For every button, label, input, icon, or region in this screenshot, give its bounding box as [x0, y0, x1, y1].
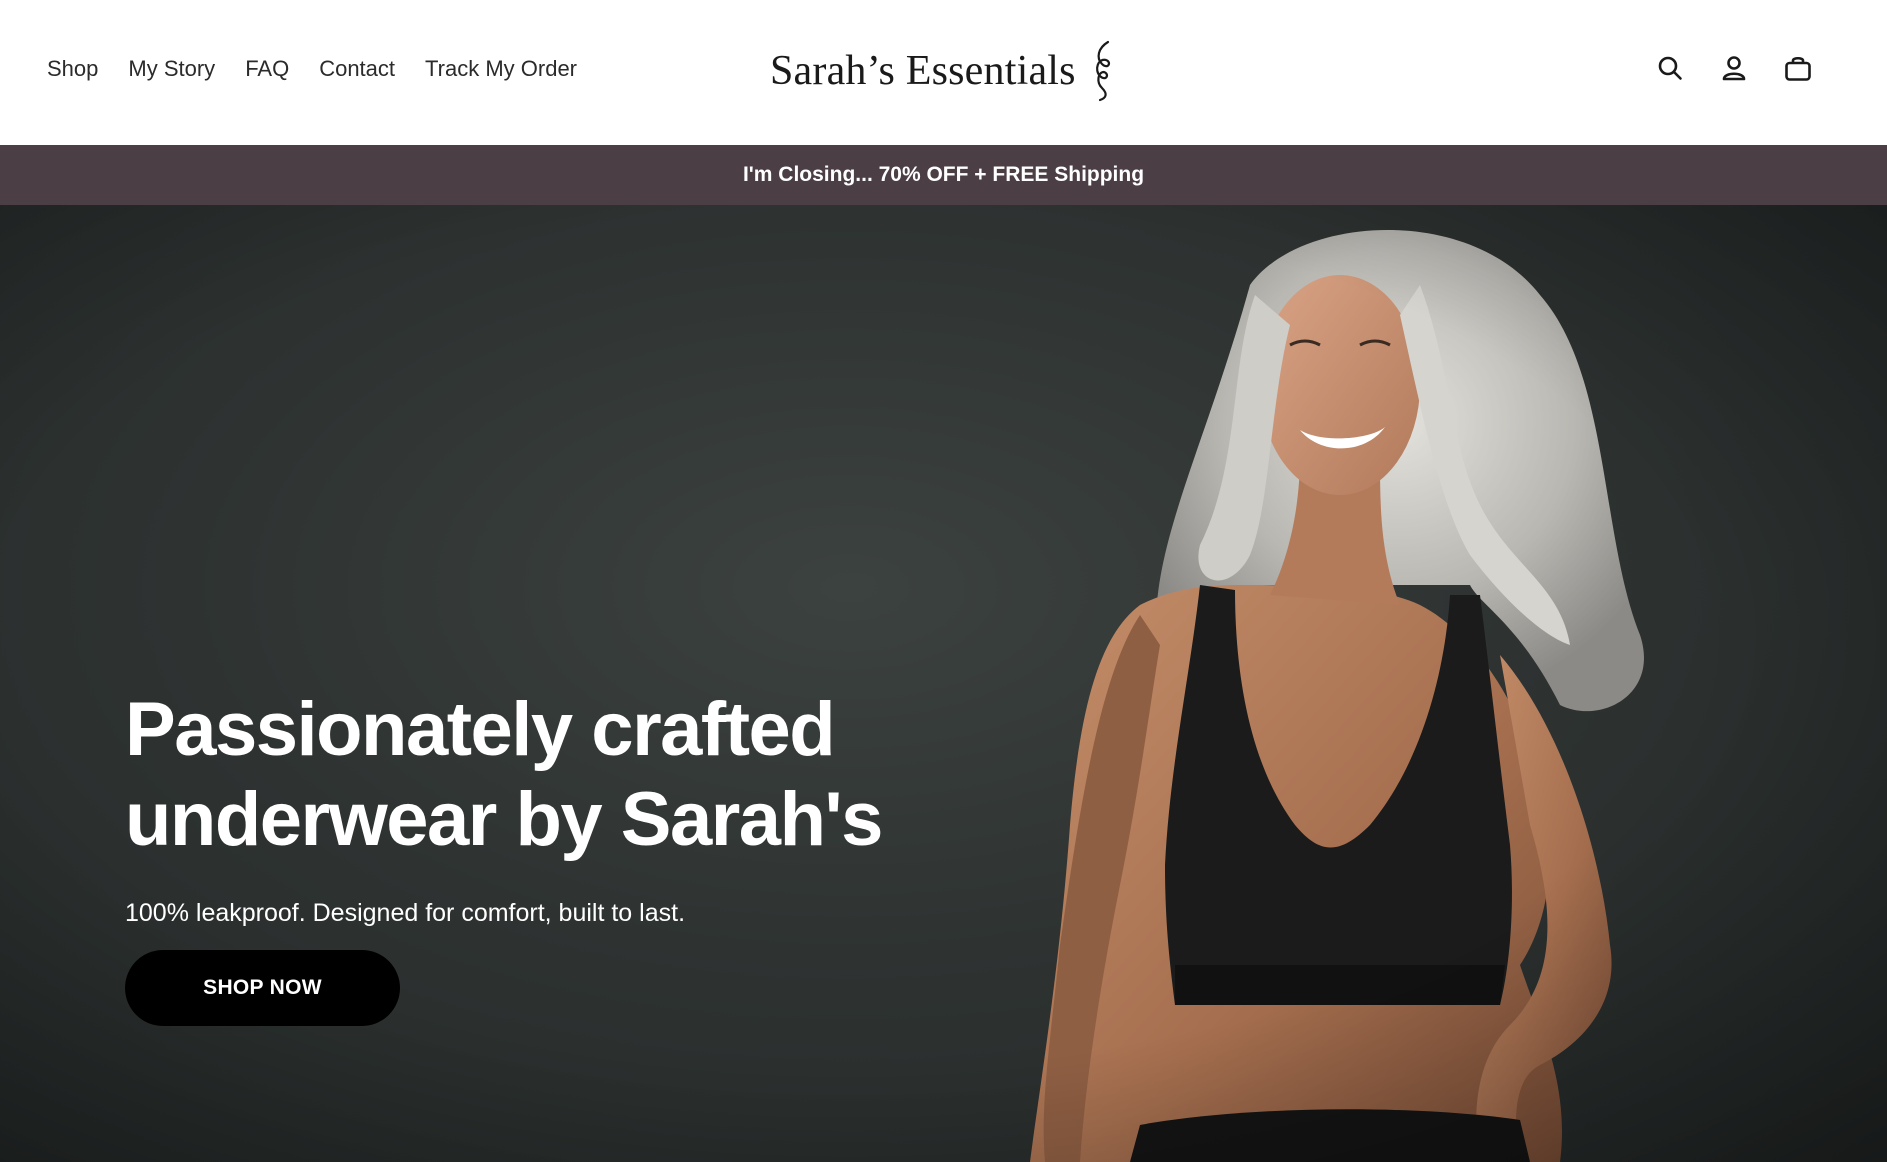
main-nav: Shop My Story FAQ Contact Track My Order: [47, 52, 577, 86]
header-actions: [1655, 50, 1813, 86]
hero-content: Passionately crafted underwear by Sarah'…: [125, 685, 945, 1026]
logo-text: Sarah’s Essentials: [770, 48, 1076, 94]
site-header: Shop My Story FAQ Contact Track My Order…: [0, 0, 1887, 145]
hero-subtitle: 100% leakproof. Designed for comfort, bu…: [125, 899, 686, 927]
search-icon[interactable]: [1655, 50, 1685, 86]
logo-flourish-icon: [1095, 40, 1110, 102]
cart-icon[interactable]: [1783, 50, 1813, 86]
hero-title-line-2: underwear by Sarah's: [125, 777, 883, 862]
shop-now-button[interactable]: SHOP NOW: [125, 950, 400, 1026]
nav-link-contact[interactable]: Contact: [319, 52, 395, 86]
account-icon[interactable]: [1719, 50, 1749, 86]
nav-link-track-my-order[interactable]: Track My Order: [425, 52, 577, 86]
hero-title-line-1: Passionately crafted: [125, 687, 836, 772]
site-logo[interactable]: Sarah’s Essentials: [770, 36, 1116, 106]
nav-link-faq[interactable]: FAQ: [245, 52, 289, 86]
hero-title: Passionately crafted underwear by Sarah'…: [125, 685, 945, 865]
nav-link-my-story[interactable]: My Story: [128, 52, 215, 86]
announcement-text: I'm Closing... 70% OFF + FREE Shipping: [742, 163, 1145, 186]
announcement-bar: I'm Closing... 70% OFF + FREE Shipping: [0, 145, 1887, 205]
hero-banner: Passionately crafted underwear by Sarah'…: [0, 205, 1887, 1162]
nav-link-shop[interactable]: Shop: [47, 52, 98, 86]
